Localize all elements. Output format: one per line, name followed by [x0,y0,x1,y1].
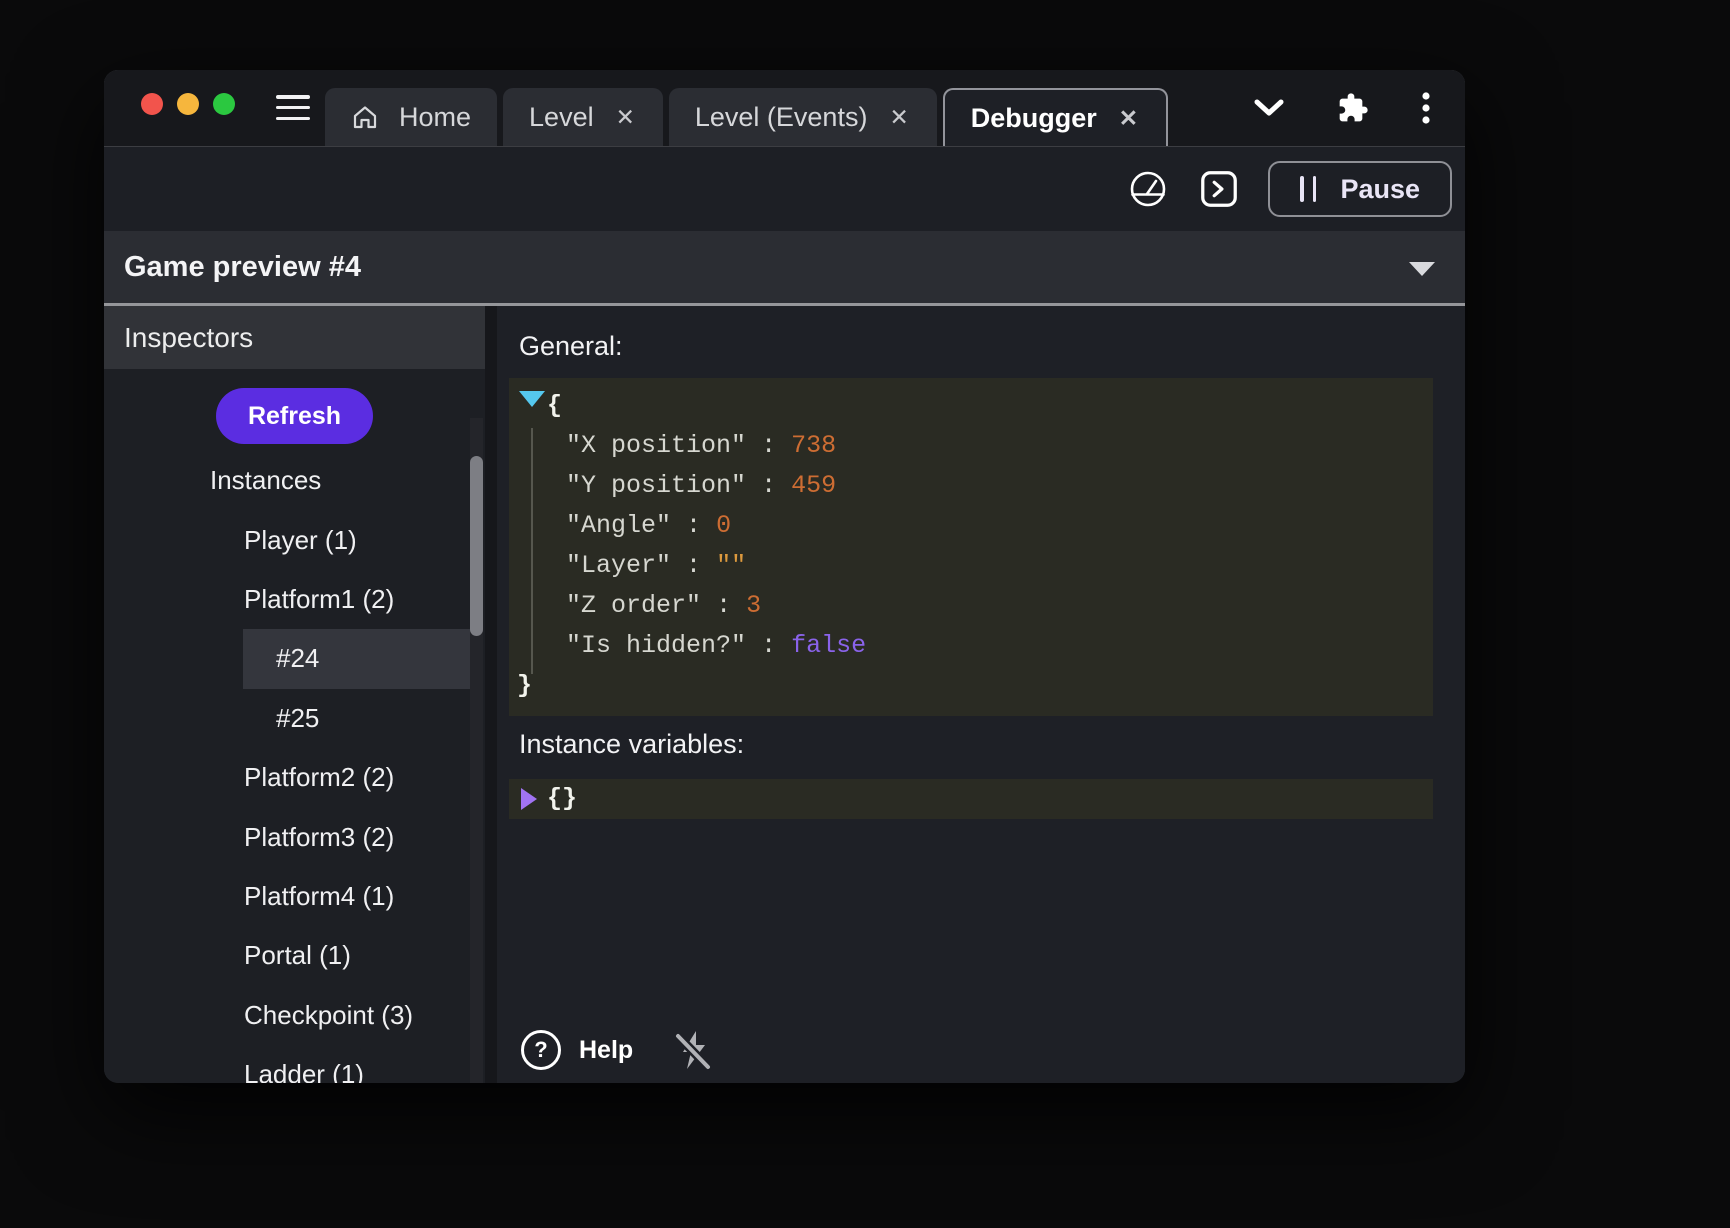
help-icon[interactable]: ? [521,1030,561,1070]
tab-level[interactable]: Level ✕ [503,88,663,146]
property-key: Layer [566,551,671,580]
pause-button[interactable]: Pause [1268,161,1452,217]
traffic-light-close[interactable] [141,93,163,115]
profiler-gauge-icon[interactable] [1126,167,1170,211]
tree-item-platform3[interactable]: Platform3 (2) [104,807,485,866]
property-value: 0 [716,511,731,540]
debugger-window: Home Level ✕ Level (Events) ✕ Debugger ✕ [104,70,1465,1083]
close-icon[interactable]: ✕ [887,104,910,131]
tree-item-platform4[interactable]: Platform4 (1) [104,867,485,926]
close-icon[interactable]: ✕ [614,104,637,131]
kebab-menu-icon[interactable] [1421,91,1431,125]
inspector-detail-panel: General: { X position 738 Y position 459 A… [497,306,1465,1083]
tree-item-instance-25[interactable]: #25 [104,689,485,748]
game-preview-header[interactable]: Game preview #4 [104,231,1465,306]
tree-item-platform1[interactable]: Platform1 (2) [104,570,485,629]
tree-item-checkpoint[interactable]: Checkpoint (3) [104,986,485,1045]
tab-strip: Home Level ✕ Level (Events) ✕ Debugger ✕ [325,88,1168,146]
tabbar-actions [1253,70,1431,146]
extensions-puzzle-icon[interactable] [1337,92,1369,124]
tab-level-events[interactable]: Level (Events) ✕ [669,88,937,146]
console-icon[interactable] [1198,168,1240,210]
instance-variables-label: Instance variables: [519,729,1433,760]
tab-bar: Home Level ✕ Level (Events) ✕ Debugger ✕ [104,70,1465,146]
general-properties-json: { X position 738 Y position 459 Angle 0 Lay… [509,378,1433,716]
hamburger-menu-icon[interactable] [276,95,310,120]
property-key: Angle [566,511,671,540]
tree-item-platform2[interactable]: Platform2 (2) [104,748,485,807]
tab-label: Level [529,102,594,133]
property-row: Z order 3 [509,586,1433,626]
tab-label: Home [399,102,471,133]
tree-item-portal[interactable]: Portal (1) [104,926,485,985]
tree-item-instances[interactable]: Instances [104,451,485,510]
property-row: X position 738 [509,426,1433,466]
tree-item-player[interactable]: Player (1) [104,510,485,569]
game-preview-title: Game preview #4 [124,251,361,284]
help-label: Help [579,1036,633,1065]
property-key: Is hidden? [566,631,746,660]
debugger-toolbar: Pause [104,146,1465,231]
expander-open-icon[interactable] [519,391,545,407]
debugger-content: Inspectors Refresh Instances Player (1) … [104,306,1465,1083]
close-icon[interactable]: ✕ [1117,105,1140,132]
property-value: "" [716,551,746,580]
collapse-caret-icon[interactable] [1409,262,1435,276]
instances-tree: Instances Player (1) Platform1 (2) #24 #… [104,451,485,1083]
flash-off-icon[interactable] [675,1029,713,1071]
indent-guide [531,428,533,674]
tab-label: Level (Events) [695,102,868,133]
pause-button-label: Pause [1340,174,1420,205]
inspectors-header: Inspectors [104,306,485,369]
tab-label: Debugger [971,103,1097,134]
property-key: X position [566,431,746,460]
property-value: 738 [791,431,836,460]
property-row: Layer "" [509,546,1433,586]
tab-home[interactable]: Home [325,88,497,146]
property-key: Z order [566,591,701,620]
instance-variables-value: {} [547,784,577,813]
inspectors-list-panel: Refresh Instances Player (1) Platform1 (… [104,369,485,1083]
close-brace: } [517,671,532,700]
traffic-lights [141,93,235,115]
refresh-button[interactable]: Refresh [216,388,373,444]
property-value: 3 [746,591,761,620]
open-brace: { [547,391,562,420]
property-value: 459 [791,471,836,500]
property-row: Is hidden? false [509,626,1433,666]
instance-variables-json: {} [509,779,1433,819]
panel-divider [485,306,497,1083]
home-icon [351,103,379,131]
property-row: Y position 459 [509,466,1433,506]
traffic-light-zoom[interactable] [213,93,235,115]
chevron-down-icon[interactable] [1253,98,1285,118]
property-row: Angle 0 [509,506,1433,546]
property-value: false [791,631,866,660]
expander-closed-icon[interactable] [521,788,537,810]
inspectors-sidebar: Inspectors Refresh Instances Player (1) … [104,306,485,1083]
pause-icon [1300,176,1316,202]
tab-debugger[interactable]: Debugger ✕ [943,88,1168,146]
property-key: Y position [566,471,746,500]
traffic-light-minimize[interactable] [177,93,199,115]
help-row: ? Help [521,1029,713,1071]
tree-item-ladder[interactable]: Ladder (1) [104,1045,485,1083]
sidebar-scrollbar-thumb[interactable] [470,456,483,636]
general-section-label: General: [519,331,1433,362]
tree-item-instance-24[interactable]: #24 [104,629,485,688]
